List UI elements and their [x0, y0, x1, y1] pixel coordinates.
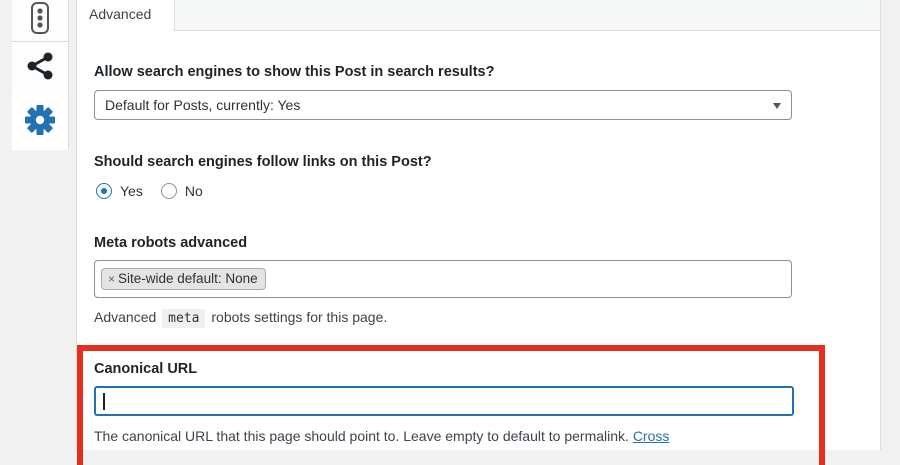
follow-links-yes-label[interactable]: Yes: [120, 183, 143, 199]
meta-robots-help: Advanced meta robots settings for this p…: [94, 309, 388, 328]
chevron-down-icon: [773, 103, 781, 109]
meta-robots-chip-label: Site-wide default: None: [118, 271, 258, 286]
highlight-box: [77, 345, 825, 465]
sidebar-rail: [12, 0, 69, 150]
meta-robots-help-before: Advanced: [94, 309, 157, 325]
sidebar-social-button[interactable]: [12, 42, 68, 94]
traffic-light-icon: [29, 1, 51, 39]
follow-links-yes-radio[interactable]: [96, 183, 112, 199]
meta-robots-label: Meta robots advanced: [94, 235, 248, 251]
gear-icon: [24, 104, 56, 141]
follow-links-radio-group: Yes No: [96, 180, 221, 202]
tab-bar: Advanced: [77, 0, 880, 31]
chip-remove-icon[interactable]: ×: [108, 269, 115, 289]
meta-robots-help-after: robots settings for this page.: [211, 309, 388, 325]
follow-links-no-radio[interactable]: [160, 183, 177, 199]
share-icon: [25, 52, 55, 85]
search-visibility-select[interactable]: Default for Posts, currently: Yes: [94, 90, 792, 120]
tab-advanced[interactable]: Advanced: [77, 0, 175, 31]
meta-robots-multiselect[interactable]: × Site-wide default: None: [94, 260, 792, 298]
sidebar-readability-button[interactable]: [12, 0, 68, 40]
search-visibility-value: Default for Posts, currently: Yes: [105, 97, 301, 113]
search-visibility-label: Allow search engines to show this Post i…: [94, 64, 495, 80]
follow-links-label: Should search engines follow links on th…: [94, 154, 432, 170]
sidebar-advanced-button[interactable]: [12, 94, 68, 150]
meta-robots-chip: × Site-wide default: None: [101, 268, 266, 290]
follow-links-no-label[interactable]: No: [185, 183, 203, 199]
meta-code: meta: [162, 309, 206, 328]
